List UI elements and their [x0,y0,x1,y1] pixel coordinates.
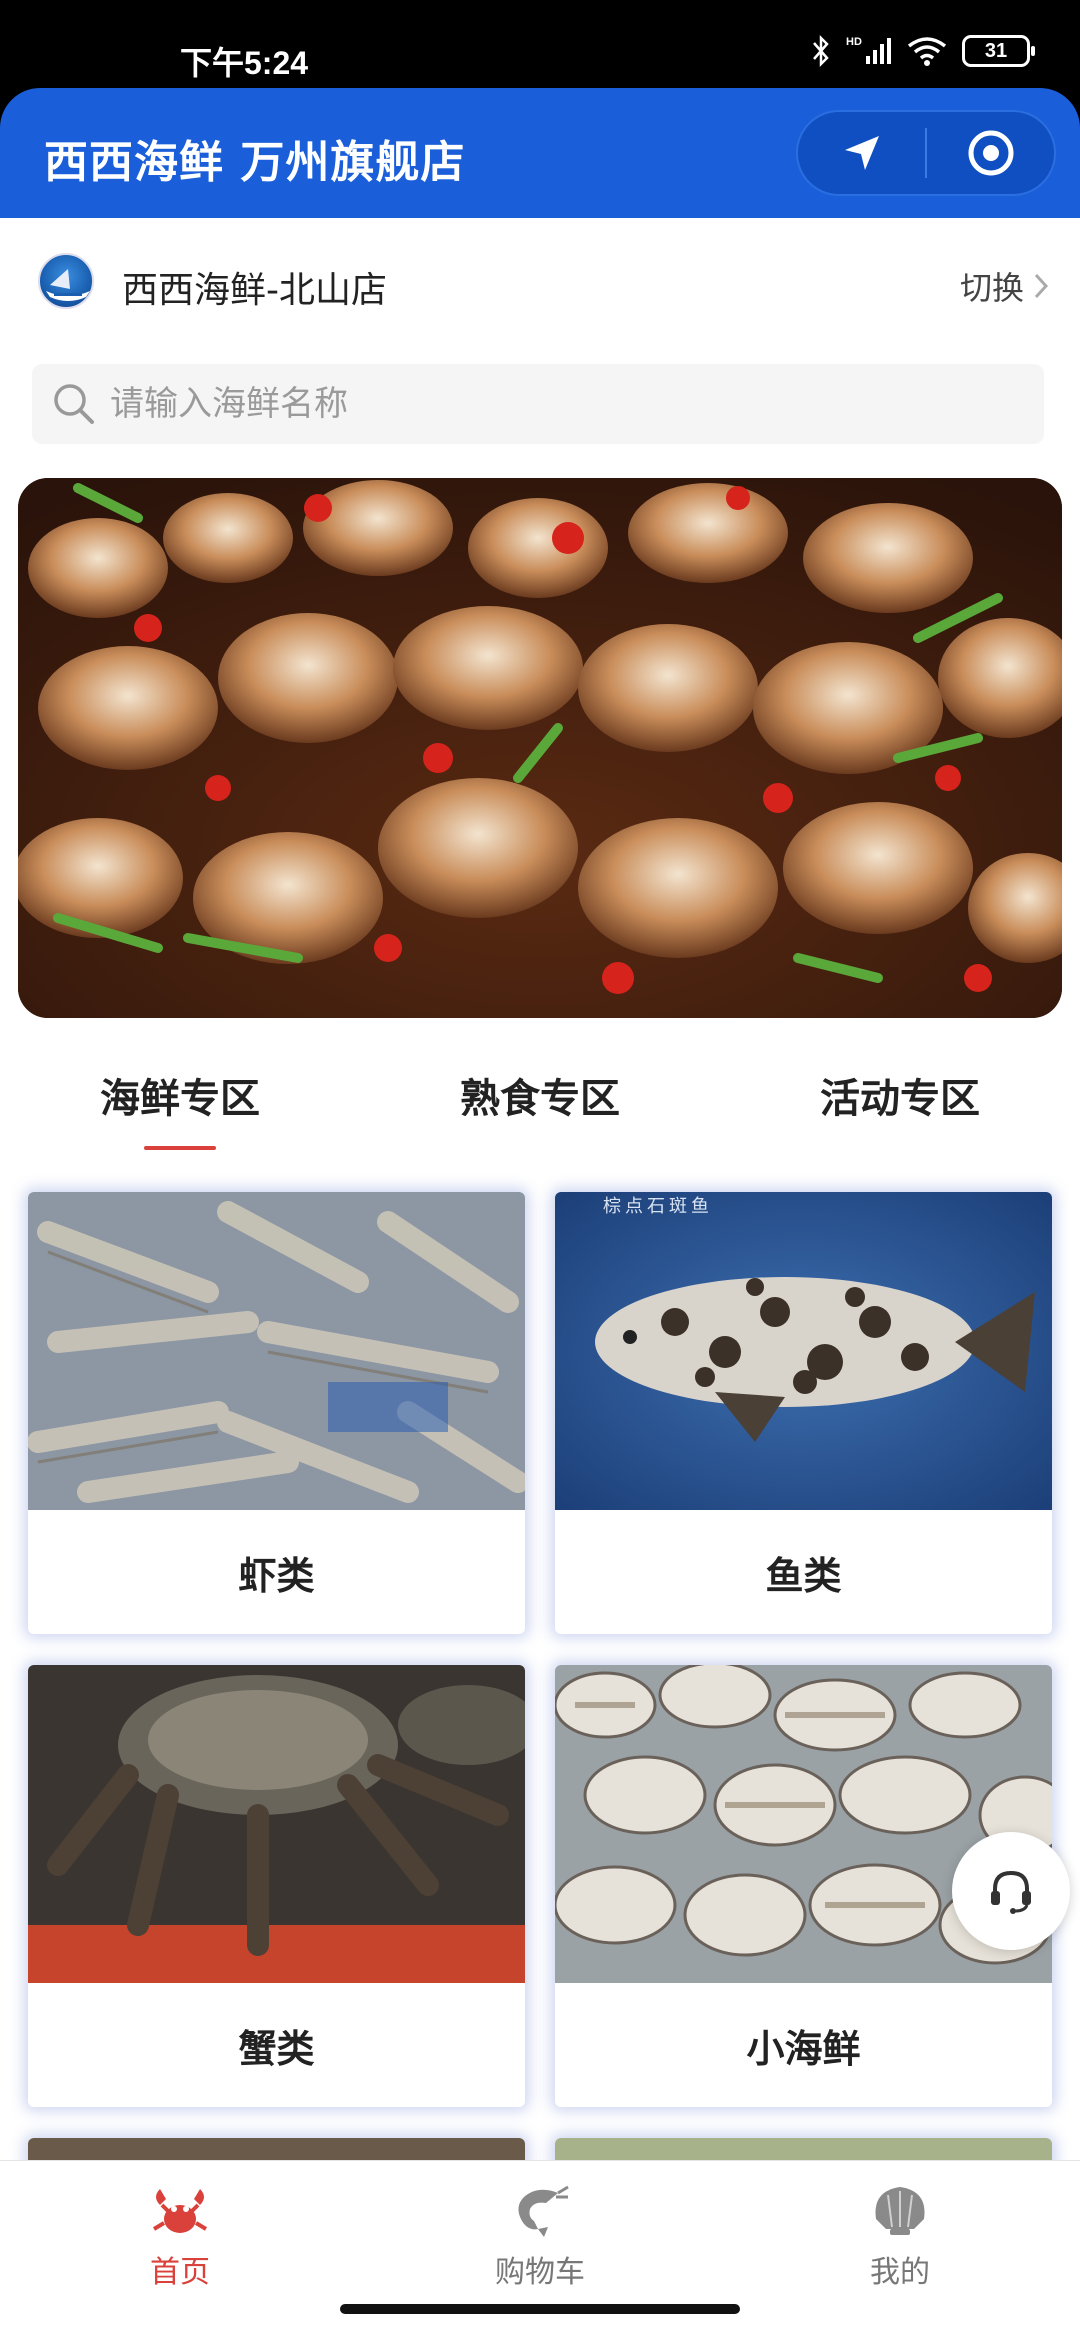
status-time: 下午5:24 [180,45,309,81]
store-row: 西西海鲜-北山店 切换 [0,218,1080,348]
tab-indicator [504,1146,576,1150]
store-logo [38,253,94,309]
page-title: 西西海鲜 万州旗舰店 [44,137,466,188]
category-label: 虾类 [238,1553,315,1598]
headset-icon [991,1870,1031,1914]
chevron-right-icon [1034,273,1049,299]
category-tabs: 海鲜专区 熟食专区 活动专区 [0,1040,1080,1150]
cellular-signal-icon: HD [846,36,891,64]
header-capsule [796,110,1056,196]
tab-label: 熟食专区 [460,1076,620,1122]
battery-level: 31 [984,39,1008,62]
tab-cooked-food[interactable]: 熟食专区 [360,1040,720,1150]
shell-icon [875,2187,925,2235]
wifi-icon [907,37,947,66]
fish-image-caption: 棕点石斑鱼 [603,1196,713,1217]
bluetooth-icon [813,34,829,68]
shrimp-icon [518,2185,569,2237]
tab-label: 海鲜专区 [100,1076,260,1122]
snail-dish-image [18,478,1062,1018]
status-bar: 下午5:24 HD 31 [0,0,1080,88]
switch-label: 切换 [959,269,1024,307]
category-card-fish[interactable]: 棕点石斑鱼 鱼类 [555,1192,1052,1634]
target-circle-icon [968,130,1013,176]
category-label: 蟹类 [238,2026,315,2071]
tab-promotions[interactable]: 活动专区 [720,1040,1080,1150]
fish-image: 棕点石斑鱼 [555,1192,1052,1510]
tab-cart-label: 购物车 [495,2255,585,2290]
svg-text:HD: HD [846,36,862,48]
tab-profile[interactable]: 我的 [720,2161,1080,2340]
promo-banner[interactable] [18,478,1062,1018]
status-icons: HD 31 [810,34,1035,68]
search-input[interactable] [110,384,1010,424]
tab-home[interactable]: 首页 [0,2161,360,2340]
crab-image [28,1665,525,1983]
crab-icon [152,2189,208,2233]
battery-indicator: 31 [962,35,1035,67]
tab-seafood[interactable]: 海鲜专区 [0,1040,360,1150]
tab-profile-label: 我的 [870,2255,930,2290]
customer-service-button[interactable] [952,1832,1070,1950]
tab-indicator [864,1146,936,1150]
navigation-arrow-icon [844,136,879,170]
search-icon [46,376,102,432]
active-tab-indicator [144,1146,216,1150]
location-button[interactable] [798,112,925,194]
category-label: 小海鲜 [746,2026,861,2071]
home-indicator[interactable] [340,2304,740,2314]
switch-store-link[interactable]: 切换 [960,263,1050,309]
category-label: 鱼类 [765,1553,842,1598]
tab-label: 活动专区 [820,1076,980,1122]
close-miniprogram-button[interactable] [927,112,1054,194]
category-card-shrimp[interactable]: 虾类 [28,1192,525,1634]
shrimp-image [28,1192,525,1510]
search-bar [32,364,1044,444]
store-name: 西西海鲜-北山店 [122,270,387,311]
tab-home-label: 首页 [150,2255,210,2290]
category-card-crab[interactable]: 蟹类 [28,1665,525,2107]
app-header: 西西海鲜 万州旗舰店 [0,88,1080,218]
